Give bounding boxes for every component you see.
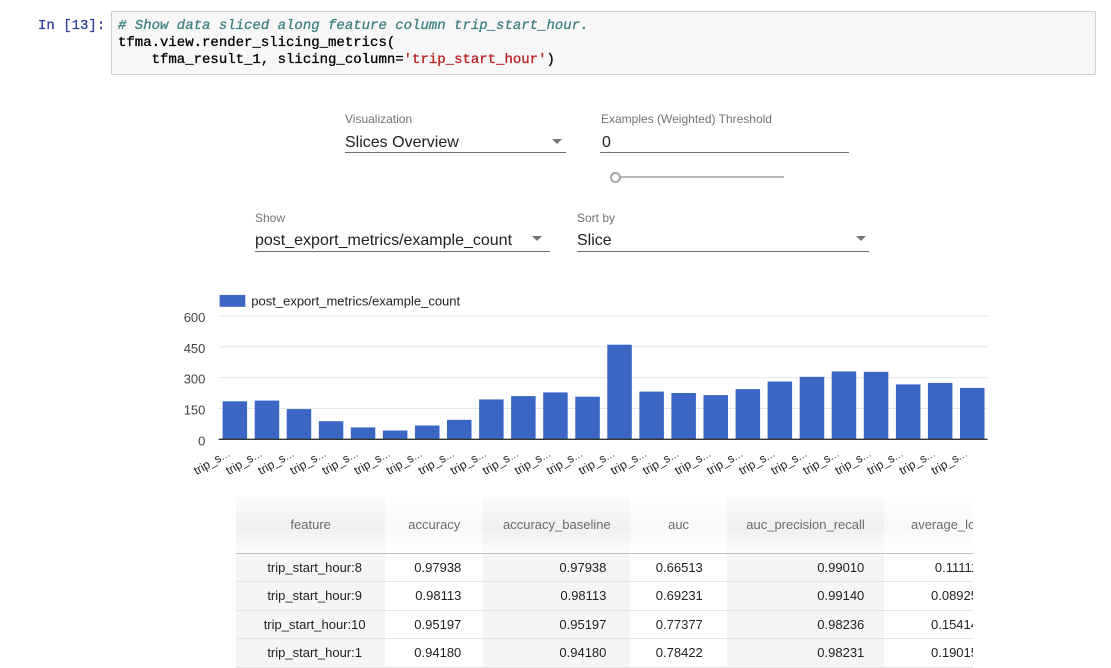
svg-text:trip_s…: trip_s… — [736, 446, 777, 478]
svg-text:trip_s…: trip_s… — [768, 446, 809, 478]
svg-text:trip_s…: trip_s… — [480, 446, 521, 478]
svg-text:trip_s…: trip_s… — [672, 446, 713, 478]
svg-text:trip_s…: trip_s… — [800, 446, 841, 478]
svg-text:trip_s…: trip_s… — [287, 446, 328, 478]
svg-text:trip_s…: trip_s… — [512, 446, 553, 478]
svg-text:trip_s…: trip_s… — [544, 446, 585, 478]
svg-text:trip_s…: trip_s… — [576, 446, 617, 478]
svg-text:0: 0 — [198, 433, 205, 448]
svg-text:trip_s…: trip_s… — [384, 446, 425, 478]
svg-text:trip_s…: trip_s… — [352, 446, 393, 478]
svg-text:trip_s…: trip_s… — [704, 446, 745, 478]
svg-text:trip_s…: trip_s… — [255, 446, 296, 478]
svg-text:trip_s…: trip_s… — [416, 446, 457, 478]
svg-text:trip_s…: trip_s… — [191, 446, 232, 478]
svg-text:trip_s…: trip_s… — [223, 446, 264, 478]
svg-text:trip_s…: trip_s… — [320, 446, 361, 478]
svg-text:600: 600 — [184, 310, 206, 325]
svg-text:trip_s…: trip_s… — [897, 446, 938, 478]
svg-text:trip_s…: trip_s… — [865, 446, 906, 478]
svg-text:150: 150 — [184, 402, 206, 417]
svg-text:post_export_metrics/example_co: post_export_metrics/example_count — [251, 293, 460, 308]
svg-text:trip_s…: trip_s… — [833, 446, 874, 478]
svg-text:trip_s…: trip_s… — [640, 446, 681, 478]
svg-text:450: 450 — [184, 341, 206, 356]
svg-text:trip_s…: trip_s… — [608, 446, 649, 478]
svg-text:300: 300 — [184, 372, 206, 387]
svg-text:trip_s…: trip_s… — [448, 446, 489, 478]
svg-text:trip_s…: trip_s… — [929, 446, 970, 478]
